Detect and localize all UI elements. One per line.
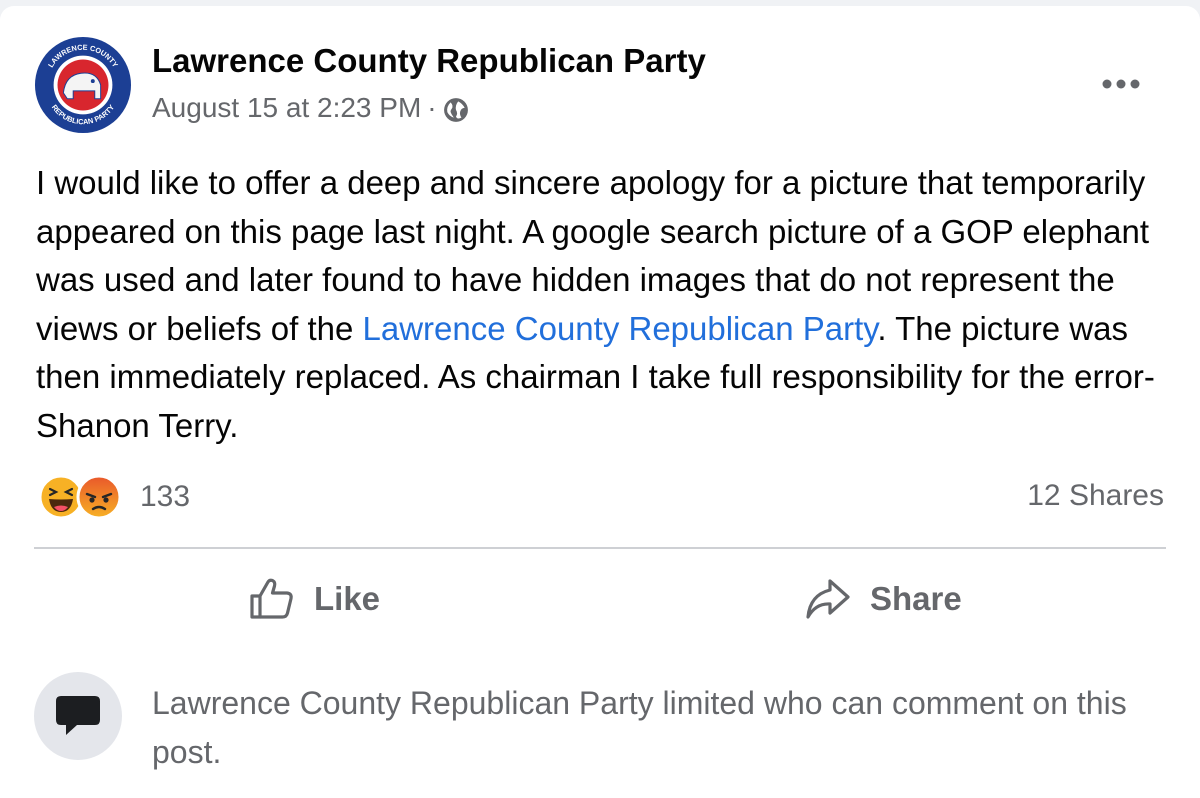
meta-separator: · (427, 92, 437, 123)
reaction-count: 133 (140, 480, 191, 513)
like-button[interactable]: Like (248, 568, 380, 630)
globe-icon[interactable] (443, 97, 469, 123)
comment-bubble-glyph (56, 696, 100, 735)
shares-count[interactable]: 12 Shares (1027, 479, 1164, 513)
actions-divider (34, 547, 1166, 549)
page-mention-link[interactable]: Lawrence County Republican Party (363, 310, 878, 347)
angry-reaction-icon (76, 474, 122, 520)
reactions-summary[interactable]: 133 (38, 474, 190, 520)
post-body: I would like to offer a deep and sincere… (36, 159, 1171, 450)
page-name-link[interactable]: Lawrence County Republican Party (152, 42, 706, 80)
page-avatar[interactable]: LAWRENCE COUNTY REPUBLICAN PARTY (34, 36, 132, 134)
thumbs-up-icon (250, 578, 293, 619)
post-timestamp[interactable]: August 15 at 2:23 PM (152, 92, 421, 124)
share-arrow-icon (806, 579, 850, 619)
post-meta: August 15 at 2:23 PM · (152, 92, 469, 124)
more-options-icon[interactable] (1096, 64, 1146, 104)
comment-bubble-icon (34, 672, 122, 760)
comment-restriction-notice: Lawrence County Republican Party limited… (152, 685, 1127, 770)
like-label: Like (314, 580, 381, 617)
share-button[interactable]: Share (804, 568, 962, 630)
share-label: Share (870, 580, 962, 617)
post-card: LAWRENCE COUNTY REPUBLICAN PARTY Lawrenc… (0, 6, 1200, 798)
